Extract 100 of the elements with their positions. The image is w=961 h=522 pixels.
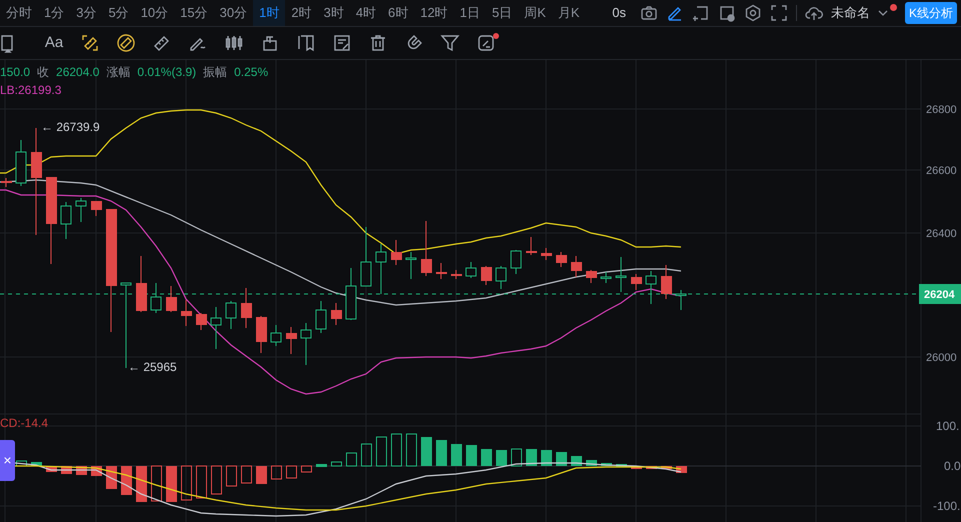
- interval-tab[interactable]: 分时: [0, 0, 38, 26]
- macd-axis-label: -100.: [933, 499, 960, 513]
- stat-label: 振幅: [203, 64, 228, 81]
- interval-tab[interactable]: 周K: [518, 0, 552, 26]
- interval-tab[interactable]: 15分: [174, 0, 214, 26]
- candlestick: [331, 302, 342, 326]
- stat-label: 涨幅: [106, 64, 130, 81]
- histogram-bar: [181, 466, 192, 500]
- candlestick: [421, 220, 432, 276]
- histogram-bar: [361, 444, 372, 466]
- interval-tab[interactable]: 1时: [253, 0, 286, 26]
- histogram-bar: [496, 450, 507, 466]
- candlestick: [481, 266, 492, 286]
- histogram-bar: [106, 466, 117, 489]
- candlestick: [436, 262, 447, 280]
- histogram-bar: [466, 445, 477, 466]
- interval-tab[interactable]: 1日: [454, 0, 486, 26]
- add-frame-icon[interactable]: [692, 4, 710, 22]
- histogram-bar: [256, 466, 267, 484]
- layout-name[interactable]: 未命名: [830, 3, 870, 23]
- candlestick: [76, 198, 86, 222]
- floating-window-icon[interactable]: [718, 4, 736, 22]
- filter-icon[interactable]: [440, 33, 460, 53]
- candlestick: [646, 270, 656, 304]
- text-tool[interactable]: Aa: [44, 32, 64, 54]
- ruler-icon[interactable]: [116, 33, 136, 53]
- candlestick: [451, 270, 462, 280]
- histogram-bar: [376, 436, 387, 466]
- interval-tab[interactable]: 2时: [285, 0, 318, 26]
- candlestick: [166, 286, 177, 312]
- candlestick: [316, 300, 326, 334]
- candlestick: [586, 270, 597, 284]
- cloud-upload-icon[interactable]: [804, 4, 823, 22]
- trash-icon[interactable]: [368, 33, 388, 53]
- histogram-bar: [511, 448, 522, 466]
- candlestick: [526, 236, 537, 256]
- histogram-bar: [406, 434, 417, 466]
- close-button[interactable]: ×: [0, 440, 15, 481]
- interval-tab[interactable]: 6时: [382, 0, 414, 26]
- fullscreen-icon[interactable]: [770, 4, 788, 22]
- interval-tab[interactable]: 5日: [486, 0, 518, 26]
- candlestick: [676, 290, 686, 310]
- chevron-down-icon[interactable]: [878, 8, 888, 18]
- histogram-bar: [451, 444, 462, 466]
- candlestick: [556, 252, 567, 268]
- settings-icon[interactable]: [744, 4, 762, 22]
- bookmark-icon[interactable]: [296, 33, 316, 53]
- histogram-bar: [616, 464, 627, 467]
- histogram-bar: [331, 462, 342, 466]
- price-axis-label: 26400: [926, 228, 957, 240]
- histogram-bar: [121, 466, 132, 495]
- candlestick: [91, 200, 102, 216]
- candlestick: [616, 256, 626, 292]
- candlestick-icon[interactable]: [224, 33, 244, 53]
- histogram-bar: [196, 466, 207, 498]
- macd-label: CD:-14.4: [0, 416, 48, 430]
- histogram-bar: [541, 450, 552, 466]
- candlestick: [136, 256, 147, 312]
- candlestick: [496, 266, 506, 290]
- interval-tab[interactable]: 12时: [414, 0, 454, 26]
- candlestick: [631, 274, 642, 290]
- candlestick: [466, 262, 476, 278]
- histogram-bar: [436, 440, 447, 466]
- indicator-value: LB:26199.3: [0, 82, 62, 99]
- candlestick: [196, 312, 207, 330]
- candlestick: [346, 268, 356, 320]
- candlestick: [360, 226, 372, 286]
- candlestick: [210, 306, 222, 350]
- stat-value: 0.01%(3.9): [137, 64, 196, 81]
- candlestick: [150, 282, 162, 314]
- k-line-analysis-button[interactable]: K线分析: [904, 2, 957, 24]
- last-price-tag: 26204: [919, 284, 961, 304]
- interval-tab[interactable]: 5分: [102, 0, 135, 26]
- macd-axis-label: 0.0: [944, 459, 961, 473]
- candlestick: [286, 326, 297, 354]
- histogram-bar: [301, 466, 312, 472]
- candlestick: [391, 240, 402, 266]
- candlestick: [510, 250, 522, 274]
- candlestick: [60, 202, 72, 240]
- candlestick: [256, 316, 267, 354]
- histogram-bar: [151, 466, 162, 502]
- ruler-icon[interactable]: [80, 33, 100, 53]
- histogram-bar: [601, 463, 612, 466]
- histogram-bar: [166, 466, 177, 502]
- interval-tab[interactable]: 3分: [70, 0, 102, 26]
- camera-icon[interactable]: [640, 4, 658, 22]
- interval-tab[interactable]: 1分: [38, 0, 70, 26]
- interval-tab[interactable]: 10分: [134, 0, 174, 26]
- histogram-bar: [481, 449, 492, 466]
- interval-tab[interactable]: 4时: [350, 0, 382, 26]
- interval-tab[interactable]: 30分: [214, 0, 254, 26]
- interval-tab[interactable]: 3时: [318, 0, 350, 26]
- note-icon[interactable]: [332, 33, 352, 53]
- histogram-bar: [241, 466, 252, 484]
- frame-icon[interactable]: [0, 33, 14, 53]
- candlestick: [1, 178, 12, 188]
- interval-tab[interactable]: 月K: [552, 0, 586, 26]
- candlestick: [16, 140, 26, 186]
- histogram-bar: [211, 466, 222, 494]
- histogram-bar: [31, 462, 42, 466]
